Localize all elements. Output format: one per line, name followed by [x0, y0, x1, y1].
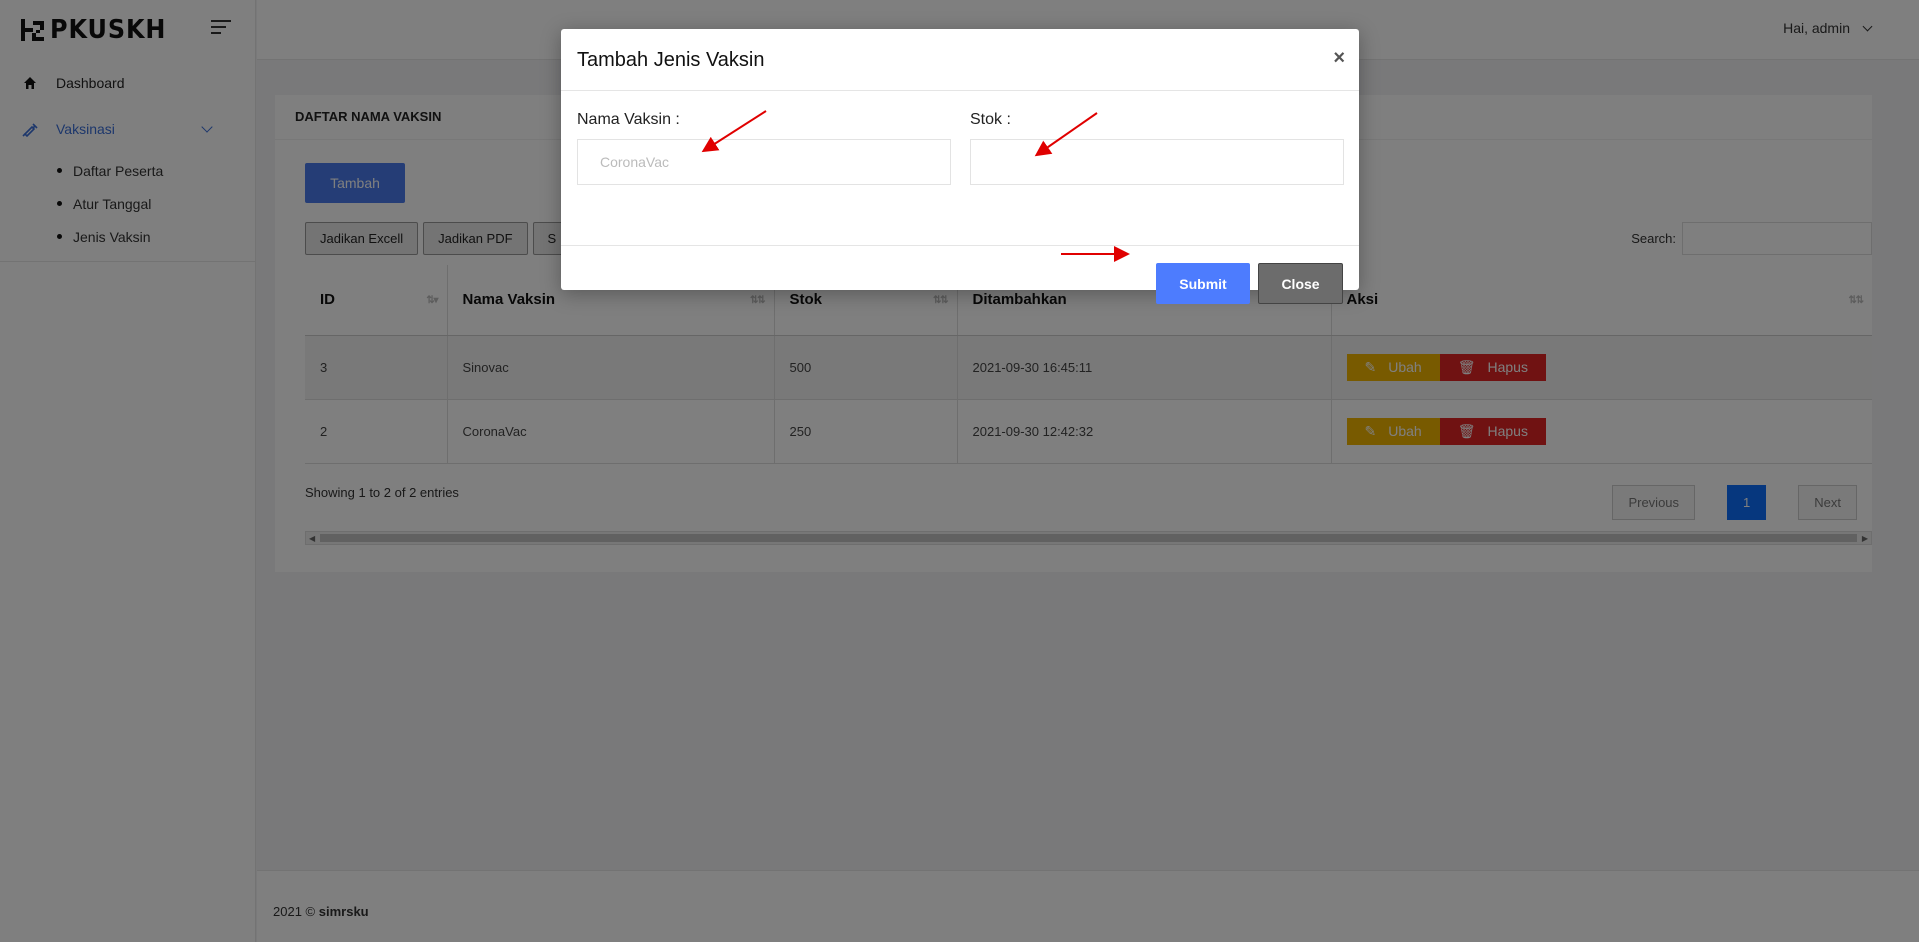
modal-body: Nama Vaksin : Stok :	[561, 91, 1359, 246]
nama-vaksin-label: Nama Vaksin :	[577, 111, 680, 128]
nama-vaksin-input[interactable]	[577, 139, 951, 185]
close-button[interactable]: Close	[1258, 263, 1343, 304]
stok-label: Stok :	[970, 111, 1011, 128]
close-icon[interactable]: ×	[1333, 47, 1345, 70]
nama-vaksin-field: Nama Vaksin :	[577, 111, 951, 185]
modal-title: Tambah Jenis Vaksin	[577, 49, 765, 71]
stok-field: Stok :	[970, 111, 1344, 185]
submit-button[interactable]: Submit	[1156, 263, 1250, 304]
stok-input[interactable]	[970, 139, 1344, 185]
add-vaccine-modal: Tambah Jenis Vaksin × Nama Vaksin : Stok…	[561, 29, 1359, 304]
modal-header: Tambah Jenis Vaksin ×	[561, 29, 1359, 91]
modal-footer: Submit Close	[561, 246, 1359, 304]
